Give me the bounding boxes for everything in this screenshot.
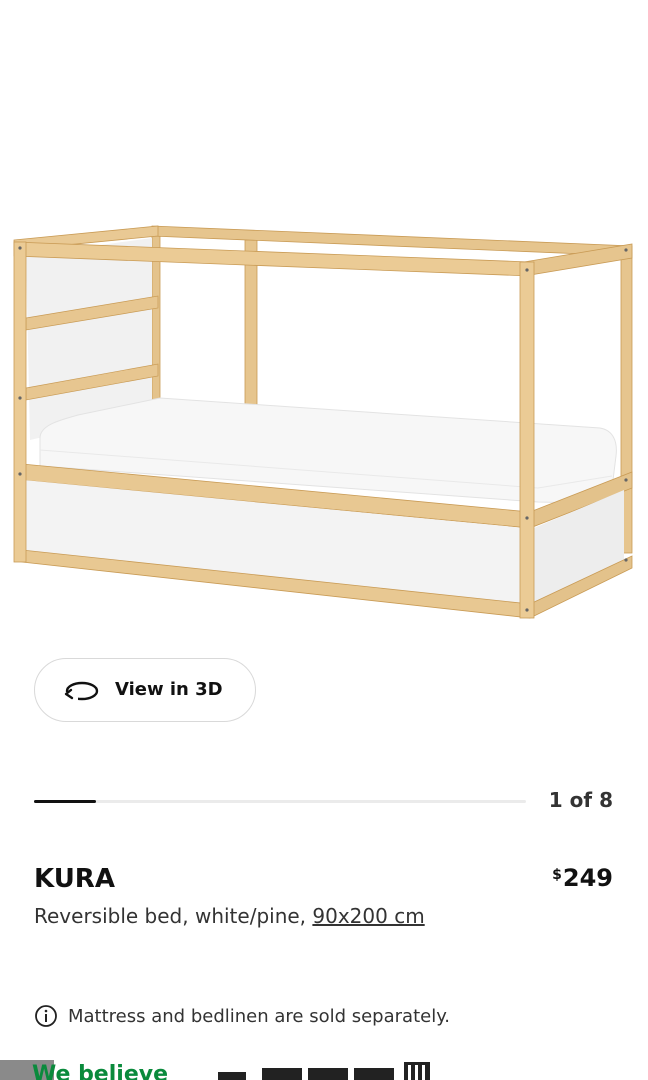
product-price: $ 249 — [552, 864, 613, 892]
gallery-progress-bar — [34, 800, 526, 803]
price-amount: 249 — [562, 864, 613, 892]
product-description-text: Reversible bed, white/pine, — [34, 904, 313, 928]
view-in-3d-button[interactable]: View in 3D — [34, 658, 256, 722]
gallery-progress-fill — [34, 800, 96, 803]
rotate-3d-icon — [64, 681, 99, 701]
view-in-3d-label: View in 3D — [115, 679, 223, 700]
banner-text: We believe — [32, 1062, 168, 1080]
chairs-image — [218, 1062, 430, 1080]
product-name: KURA — [34, 864, 115, 894]
product-image — [13, 225, 633, 619]
mattress-note-text: Mattress and bedlinen are sold separatel… — [68, 1005, 451, 1027]
gallery-page-counter: 1 of 8 — [548, 788, 613, 812]
info-icon — [35, 1005, 57, 1027]
promo-banner[interactable]: We believe — [0, 1060, 648, 1080]
product-description: Reversible bed, white/pine, 90x200 cm — [34, 904, 425, 928]
currency-symbol: $ — [552, 867, 562, 883]
product-size-link[interactable]: 90x200 cm — [312, 904, 424, 928]
mattress-note: Mattress and bedlinen are sold separatel… — [34, 1004, 450, 1028]
